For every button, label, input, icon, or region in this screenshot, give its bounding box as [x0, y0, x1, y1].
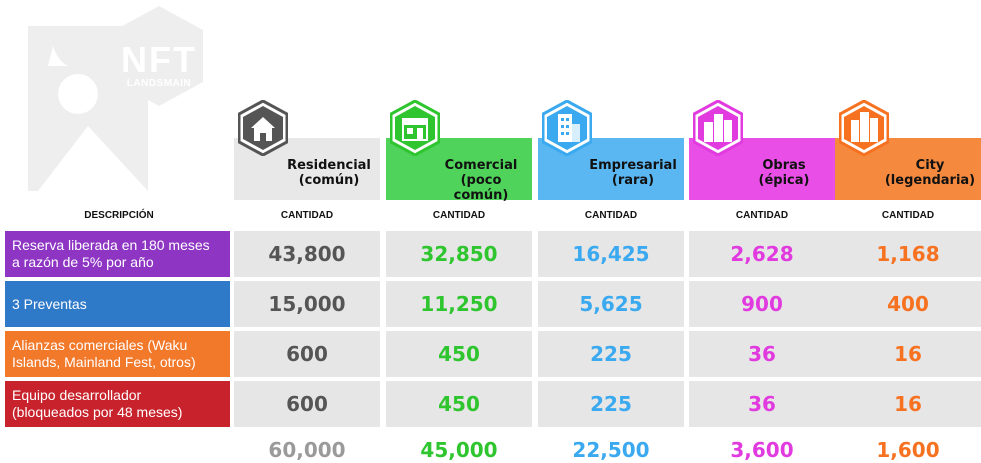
table-cell: 15,000	[234, 281, 380, 327]
column-label: City (legendaria)	[884, 158, 976, 188]
cantidad-header: CANTIDAD	[584, 210, 638, 221]
descripcion-header: DESCRIPCIÓN	[84, 210, 154, 221]
table-cell: 225	[538, 331, 684, 377]
table-cell: 32,850	[386, 231, 532, 277]
column-label: Residencial (común)	[287, 158, 371, 188]
cantidad-header: CANTIDAD	[432, 210, 486, 221]
logo-graphic	[28, 6, 203, 191]
cantidad-header: CANTIDAD	[881, 210, 935, 221]
table-cell: 225	[538, 381, 684, 427]
table-cell: 5,625	[538, 281, 684, 327]
cantidad-header: CANTIDAD	[735, 210, 789, 221]
office-building-icon	[542, 100, 592, 156]
nft-landsmain-logo: NFT LANDSMAIN	[28, 6, 208, 196]
total-value: 60,000	[268, 437, 346, 462]
table-cell: 11,250	[386, 281, 532, 327]
total-value: 1,600	[876, 437, 940, 462]
skyscraper-icon	[839, 100, 889, 156]
table-cell: 36	[689, 381, 835, 427]
row-label-preventas: 3 Preventas	[5, 281, 230, 327]
city-buildings-icon	[693, 100, 743, 156]
row-label-alianzas: Alianzas comerciales (Waku Islands, Mainl…	[5, 331, 230, 377]
logo-title: NFT	[121, 39, 197, 80]
table-cell: 450	[386, 381, 532, 427]
column-header-city: City (legendaria)	[835, 100, 981, 200]
column-label: Comercial (poco común)	[444, 158, 518, 203]
table-cell: 16	[835, 331, 981, 377]
table-cell: 400	[835, 281, 981, 327]
total-value: 22,500	[572, 437, 650, 462]
table-cell: 600	[234, 381, 380, 427]
table-cell: 900	[689, 281, 835, 327]
logo-subtitle: LANDSMAIN	[126, 78, 192, 89]
table-cell: 43,800	[234, 231, 380, 277]
row-label-reserva: Reserva liberada en 180 meses a razón de …	[5, 231, 230, 277]
column-label: Empresarial (rara)	[589, 158, 677, 188]
table-cell: 16,425	[538, 231, 684, 277]
table-cell: 600	[234, 331, 380, 377]
house-icon	[238, 100, 288, 156]
store-icon	[390, 100, 440, 156]
column-header-comercial: Comercial (poco común)	[386, 100, 532, 203]
table-cell: 36	[689, 331, 835, 377]
column-header-empresarial: Empresarial (rara)	[538, 100, 684, 200]
column-header-residencial: Residencial (común)	[234, 100, 380, 200]
table-cell: 16	[835, 381, 981, 427]
table-cell: 2,628	[689, 231, 835, 277]
table-cell: 1,168	[835, 231, 981, 277]
row-label-equipo: Equipo desarrollador (bloqueados por 48 m…	[5, 381, 230, 427]
table-cell: 450	[386, 331, 532, 377]
total-value: 45,000	[420, 437, 498, 462]
total-value: 3,600	[730, 437, 794, 462]
cantidad-header: CANTIDAD	[280, 210, 334, 221]
column-header-obras: Obras (épica)	[689, 100, 835, 200]
column-label: Obras (épica)	[758, 158, 810, 188]
